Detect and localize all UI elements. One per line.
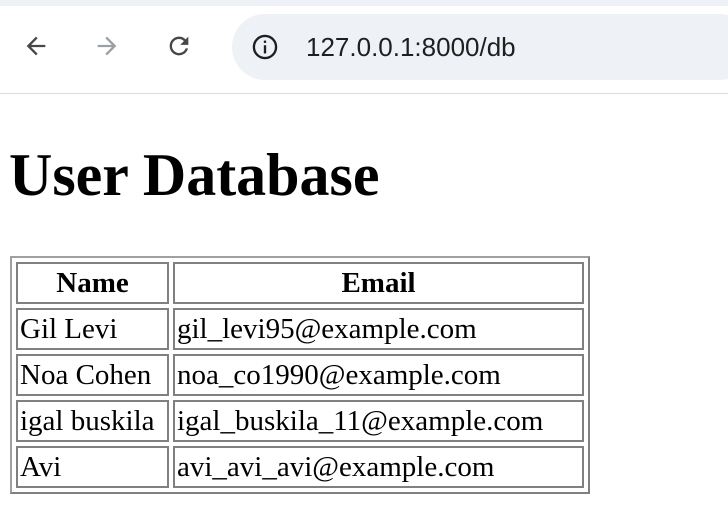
table-header-row: Name Email — [16, 262, 584, 304]
page-content: User Database Name Email Gil Levi gil_le… — [0, 95, 728, 523]
cell-name: Noa Cohen — [16, 354, 169, 396]
forward-button[interactable] — [87, 26, 127, 66]
browser-toolbar: 127.0.0.1:8000/db — [0, 0, 728, 94]
address-bar[interactable]: 127.0.0.1:8000/db — [232, 14, 728, 80]
column-header-name: Name — [16, 262, 169, 304]
table-row: Avi avi_avi_avi@example.com — [16, 446, 584, 488]
site-info-button[interactable] — [249, 31, 281, 63]
cell-email: igal_buskila_11@example.com — [173, 400, 584, 442]
url-text[interactable]: 127.0.0.1:8000/db — [306, 31, 516, 63]
cell-name: Gil Levi — [16, 308, 169, 350]
column-header-email: Email — [173, 262, 584, 304]
arrow-left-icon — [26, 36, 46, 56]
table-row: igal buskila igal_buskila_11@example.com — [16, 400, 584, 442]
table-row: Noa Cohen noa_co1990@example.com — [16, 354, 584, 396]
cell-name: Avi — [16, 446, 169, 488]
back-button[interactable] — [16, 26, 56, 66]
cell-name: igal buskila — [16, 400, 169, 442]
cell-email: gil_levi95@example.com — [173, 308, 584, 350]
info-icon — [252, 34, 278, 60]
page-title: User Database — [9, 142, 380, 208]
reload-button[interactable] — [159, 26, 199, 66]
table-row: Gil Levi gil_levi95@example.com — [16, 308, 584, 350]
user-table: Name Email Gil Levi gil_levi95@example.c… — [10, 256, 590, 494]
cell-email: noa_co1990@example.com — [173, 354, 584, 396]
reload-icon — [169, 36, 189, 56]
cell-email: avi_avi_avi@example.com — [173, 446, 584, 488]
arrow-right-icon — [97, 36, 117, 56]
